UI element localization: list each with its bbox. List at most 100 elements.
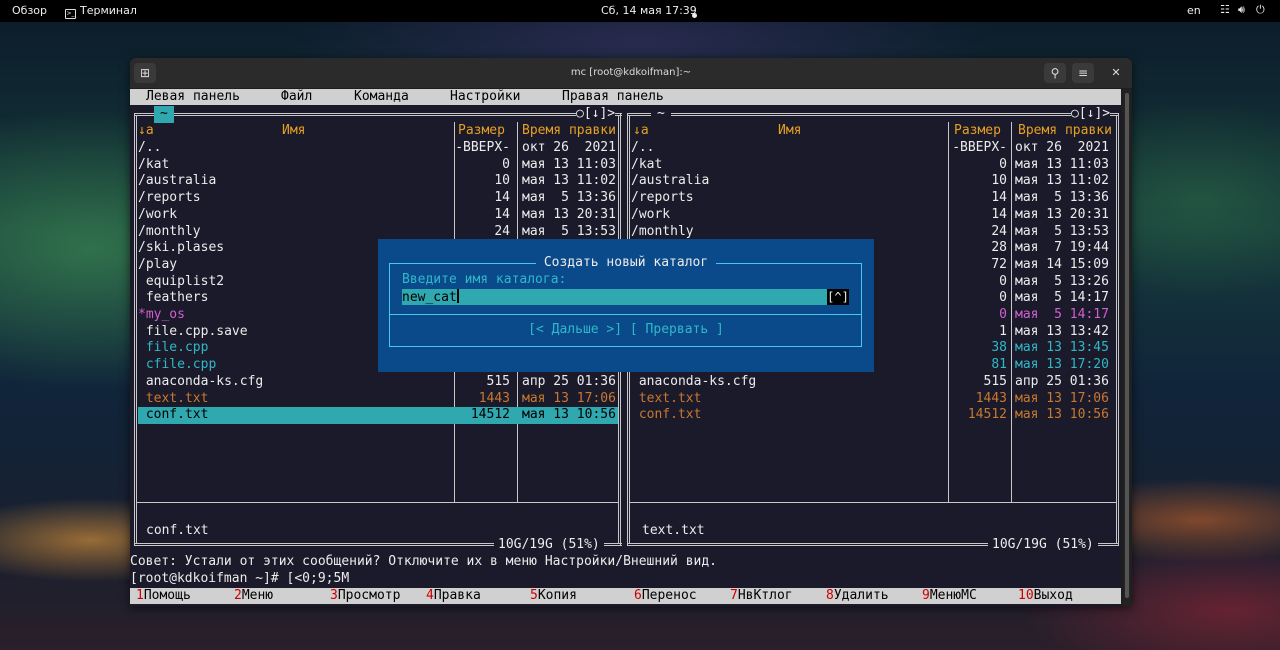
file-row-name[interactable]: /kat (631, 157, 662, 174)
file-row-name[interactable]: text.txt (631, 391, 702, 408)
file-row-size: 0 (999, 156, 1007, 172)
search-button[interactable]: ⚲ (1044, 63, 1066, 83)
menu-settings[interactable]: Настройки (450, 89, 520, 105)
file-row-name[interactable]: /.. (138, 140, 161, 157)
fkey-8[interactable]: 8Удалить (826, 588, 889, 604)
app-menu[interactable]: >_ Терминал (65, 4, 137, 19)
scrollbar-thumb[interactable] (1125, 93, 1129, 598)
fkey-number: 3 (330, 588, 338, 603)
file-row-time: апр 25 01:36 (522, 373, 616, 389)
left-sort-indicator[interactable]: ↓a (138, 123, 154, 140)
file-row-time: мая 5 13:53 (522, 223, 616, 239)
file-row-name[interactable]: /work (631, 207, 670, 224)
left-header-size[interactable]: Размер (458, 123, 505, 140)
file-row-name[interactable]: anaconda-ks.cfg (138, 374, 263, 391)
right-sort-indicator[interactable]: ↓a (633, 123, 649, 140)
file-row-time: мая 5 14:17 (1015, 307, 1109, 322)
hamburger-menu-button[interactable]: ≡ (1072, 63, 1094, 83)
fkey-10[interactable]: 10Выход (1018, 588, 1073, 604)
file-row-name[interactable]: /reports (631, 190, 694, 207)
clock[interactable]: Сб, 14 мая 17:39 (601, 4, 697, 17)
file-row-name[interactable]: file.cpp.save (138, 324, 248, 341)
menu-command[interactable]: Команда (354, 89, 409, 105)
right-corner-controls[interactable]: ○[↓]> (1071, 106, 1111, 123)
file-row-name[interactable]: /australia (631, 173, 709, 190)
command-prompt[interactable]: [root@kdkoifman ~]# [<0;9;5M (130, 571, 349, 586)
file-row-name[interactable]: anaconda-ks.cfg (631, 374, 756, 391)
fkey-1[interactable]: 1Помощь (136, 588, 191, 604)
file-row-size: 14512 (470, 407, 510, 423)
left-corner-controls[interactable]: ○[↓]> (576, 106, 616, 123)
file-row-name[interactable]: /work (138, 207, 177, 224)
right-header-time[interactable]: Время правки (1018, 123, 1112, 140)
fkey-2[interactable]: 2Меню (234, 588, 273, 604)
file-row-size: 72 (991, 256, 1007, 272)
power-icon[interactable]: ⏻ (1256, 3, 1265, 17)
search-icon: ⚲ (1050, 66, 1060, 80)
file-row-size: 14 (991, 190, 1007, 206)
left-path[interactable]: ~ (154, 106, 174, 123)
dialog-title-wrap: Создать новый каталог (378, 255, 874, 270)
left-header-name[interactable]: Имя (282, 123, 305, 140)
menu-right-panel[interactable]: Правая панель (562, 89, 664, 105)
fkey-5[interactable]: 5Копия (530, 588, 577, 604)
file-row-name[interactable]: feathers (138, 290, 209, 307)
fkey-3[interactable]: 3Просмотр (330, 588, 400, 604)
close-button[interactable]: ✕ (1106, 63, 1126, 83)
fkey-6[interactable]: 6Перенос (634, 588, 697, 604)
file-row-name[interactable]: *my_os (138, 307, 185, 324)
file-row-time: апр 25 01:36 (1015, 373, 1109, 389)
fkey-label: Правка (433, 588, 481, 603)
file-row-time: мая 5 13:36 (522, 190, 616, 206)
fkey-label: Копия (537, 588, 577, 603)
file-row-name[interactable]: /reports (138, 190, 201, 207)
file-row-name[interactable]: equiplist2 (138, 274, 224, 291)
file-row-name[interactable]: /monthly (138, 224, 201, 241)
file-row-name[interactable]: /kat (138, 157, 169, 174)
fkey-7[interactable]: 7НвКтлог (730, 588, 793, 604)
file-row-name[interactable]: /ski.plases (138, 240, 224, 257)
file-row-name[interactable]: /.. (631, 140, 654, 157)
menu-file[interactable]: Файл (281, 89, 312, 105)
file-row-time: мая 13 10:56 (1015, 407, 1109, 423)
history-button[interactable]: [^] (827, 289, 849, 305)
menu-left-panel[interactable]: Левая панель (146, 89, 240, 105)
text-cursor (456, 289, 459, 303)
fkey-9[interactable]: 9МенюMC (922, 588, 977, 604)
function-key-bar: 1Помощь 2Меню 3Просмотр 4Правка 5Копия 6Перен… (130, 588, 1121, 604)
fkey-number: 5 (530, 588, 538, 603)
volume-icon[interactable]: 🔊︎ (1238, 3, 1245, 17)
file-row-name[interactable]: /monthly (631, 224, 694, 241)
file-row-name[interactable]: conf.txt (631, 407, 702, 424)
file-row-name[interactable]: /australia (138, 173, 216, 190)
ok-button[interactable]: [< Дальше >] (528, 322, 622, 337)
cancel-button[interactable]: [ Прервать ] (630, 322, 724, 337)
right-path[interactable]: ~ (651, 106, 671, 123)
file-row-size: -ВВЕРХ- (455, 140, 510, 155)
file-row-name[interactable]: conf.txt (138, 407, 209, 424)
fkey-label: Меню (241, 588, 274, 603)
file-row-size: 1443 (975, 390, 1007, 406)
activities-button[interactable]: Обзор (12, 4, 47, 17)
file-row-name[interactable]: cfile.cpp (138, 357, 216, 374)
fkey-4[interactable]: 4Правка (426, 588, 481, 604)
fkey-label: МенюMC (929, 588, 977, 603)
file-row-size: 1 (999, 323, 1007, 339)
file-row-size: 10 (991, 173, 1007, 189)
file-row-name[interactable]: text.txt (138, 391, 209, 408)
keyboard-layout[interactable]: en (1187, 4, 1201, 17)
left-header-time[interactable]: Время правки (522, 123, 616, 140)
file-row-name[interactable]: file.cpp (138, 340, 209, 357)
fkey-label: Перенос (641, 588, 697, 603)
terminal-area[interactable]: Левая панель Файл Команда Настройки Прав… (130, 89, 1121, 606)
directory-name-input[interactable]: new_cat (402, 289, 827, 305)
file-row-time: окт 26 2021 (522, 140, 616, 155)
scrollbar[interactable] (1123, 89, 1131, 606)
file-row-size: 38 (991, 340, 1007, 356)
file-row-name[interactable]: /play (138, 257, 177, 274)
file-row-size: 0 (502, 156, 510, 172)
network-icon[interactable]: ☷ (1220, 3, 1230, 16)
right-header-name[interactable]: Имя (778, 123, 801, 140)
right-header-size[interactable]: Размер (954, 123, 1001, 140)
file-row-time: мая 13 17:06 (522, 390, 616, 406)
